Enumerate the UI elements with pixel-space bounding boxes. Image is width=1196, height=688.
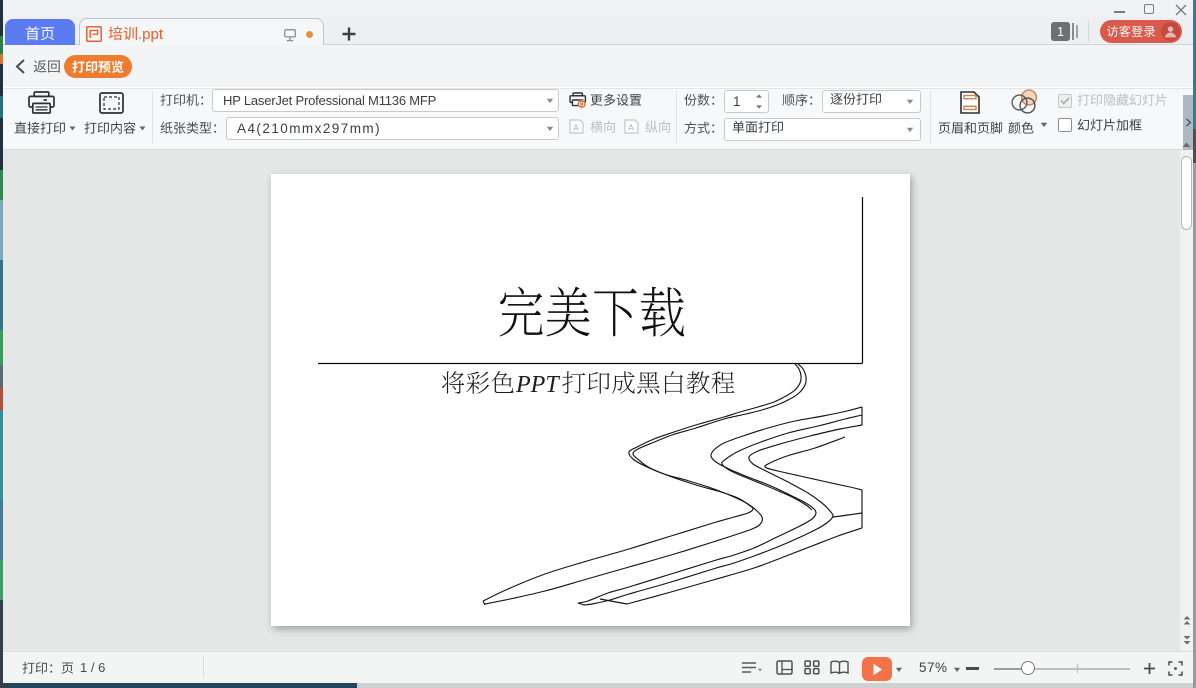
svg-text:A: A xyxy=(573,123,579,133)
svg-text:A: A xyxy=(628,123,634,133)
